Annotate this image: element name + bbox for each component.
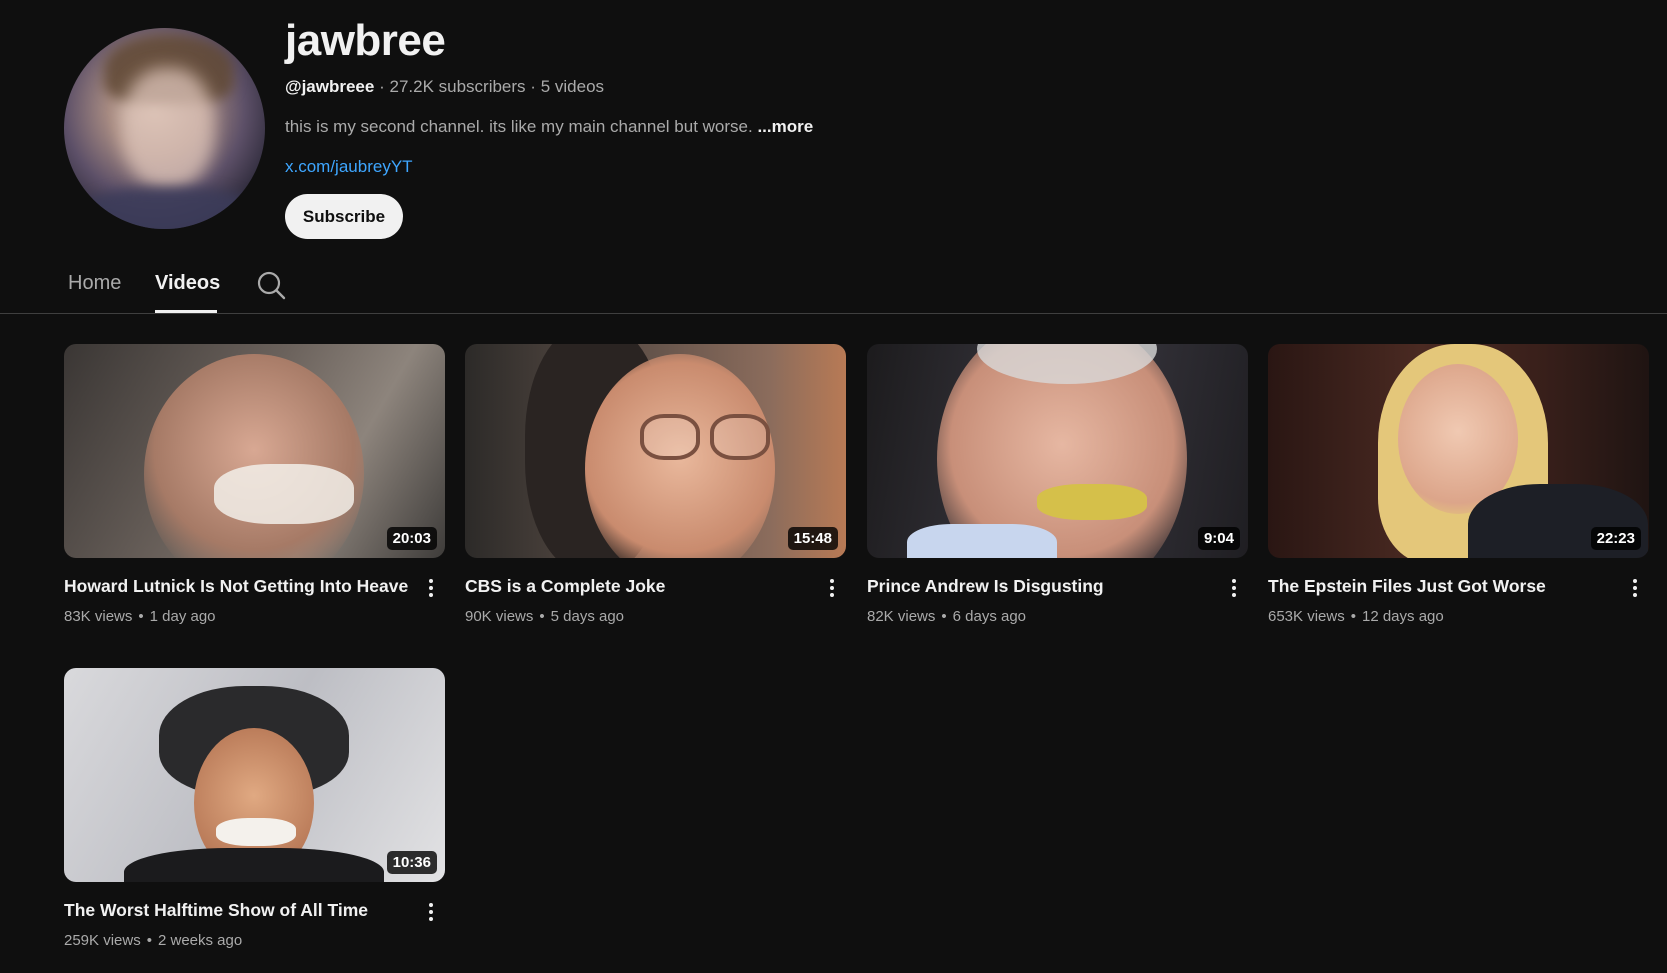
video-thumbnail[interactable]: 20:03: [64, 344, 445, 558]
stats-separator: •: [138, 608, 144, 625]
video-thumbnail[interactable]: 9:04: [867, 344, 1248, 558]
video-stats: 259K views • 2 weeks ago: [64, 932, 242, 949]
video-card[interactable]: 15:48 CBS is a Complete Joke 90K views • 5…: [465, 344, 846, 625]
upload-age: 5 days ago: [550, 608, 625, 625]
channel-header: jawbree @jawbreee · 27.2K subscribers · …: [0, 0, 1667, 250]
subscriber-count: 27.2K subscribers: [389, 77, 526, 96]
video-title[interactable]: Prince Andrew Is Disgusting: [867, 576, 1212, 597]
channel-name: jawbree: [285, 16, 446, 65]
view-count: 90K views: [465, 608, 534, 625]
stats-separator: •: [539, 608, 545, 625]
avatar-shirt: [74, 188, 264, 229]
channel-handle: @jawbreee: [285, 77, 375, 96]
video-thumbnail[interactable]: 15:48: [465, 344, 846, 558]
stats-separator: •: [941, 608, 947, 625]
meta-separator: ·: [379, 77, 385, 96]
description-more-button[interactable]: ...more: [757, 117, 813, 136]
thumbnail-jacket: [124, 848, 384, 882]
upload-age: 1 day ago: [149, 608, 216, 625]
video-title[interactable]: The Worst Halftime Show of All Time: [64, 900, 409, 921]
video-stats: 653K views • 12 days ago: [1268, 608, 1444, 625]
channel-tabs: Home Videos: [0, 258, 1667, 314]
video-stats: 90K views • 5 days ago: [465, 608, 624, 625]
video-duration: 15:48: [787, 527, 838, 550]
video-card[interactable]: 9:04 Prince Andrew Is Disgusting 82K vie…: [867, 344, 1248, 625]
video-title[interactable]: CBS is a Complete Joke: [465, 576, 810, 597]
more-vert-icon[interactable]: [419, 900, 443, 926]
view-count: 259K views: [64, 932, 141, 949]
thumbnail-smile: [1037, 484, 1147, 520]
channel-meta: @jawbreee · 27.2K subscribers · 5 videos: [285, 77, 604, 97]
video-card[interactable]: 10:36 The Worst Halftime Show of All Tim…: [64, 668, 445, 949]
view-count: 82K views: [867, 608, 936, 625]
view-count: 83K views: [64, 608, 133, 625]
thumbnail-smile: [214, 464, 354, 524]
upload-age: 12 days ago: [1361, 608, 1444, 625]
video-duration: 22:23: [1590, 527, 1641, 550]
more-vert-icon[interactable]: [419, 576, 443, 602]
channel-avatar[interactable]: [64, 28, 265, 229]
more-vert-icon[interactable]: [1623, 576, 1647, 602]
video-title[interactable]: Howard Lutnick Is Not Getting Into Heave…: [64, 576, 409, 597]
video-card[interactable]: 20:03 Howard Lutnick Is Not Getting Into…: [64, 344, 445, 625]
tab-home[interactable]: Home: [68, 272, 121, 295]
thumbnail-smile: [216, 818, 296, 846]
more-vert-icon[interactable]: [1222, 576, 1246, 602]
thumbnail-collar: [907, 524, 1057, 558]
view-count: 653K views: [1268, 608, 1345, 625]
video-duration: 9:04: [1197, 527, 1240, 550]
more-vert-icon[interactable]: [820, 576, 844, 602]
video-title[interactable]: The Epstein Files Just Got Worse: [1268, 576, 1613, 597]
upload-age: 6 days ago: [952, 608, 1027, 625]
video-duration: 10:36: [386, 851, 437, 874]
video-thumbnail[interactable]: 10:36: [64, 668, 445, 882]
tab-videos[interactable]: Videos: [155, 272, 220, 295]
channel-link[interactable]: x.com/jaubreyYT: [285, 157, 413, 177]
subscribe-button[interactable]: Subscribe: [285, 194, 403, 239]
avatar-face: [122, 68, 214, 188]
description-text: this is my second channel. its like my m…: [285, 117, 753, 136]
thumbnail-glasses-right: [710, 414, 770, 460]
stats-separator: •: [1350, 608, 1356, 625]
upload-age: 2 weeks ago: [157, 932, 243, 949]
video-stats: 83K views • 1 day ago: [64, 608, 216, 625]
video-stats: 82K views • 6 days ago: [867, 608, 1026, 625]
video-count: 5 videos: [540, 77, 605, 96]
tabs-divider: [0, 313, 1667, 314]
video-card[interactable]: 22:23 The Epstein Files Just Got Worse 6…: [1268, 344, 1649, 625]
video-thumbnail[interactable]: 22:23: [1268, 344, 1649, 558]
meta-separator: ·: [530, 77, 536, 96]
video-duration: 20:03: [386, 527, 437, 550]
channel-description[interactable]: this is my second channel. its like my m…: [285, 117, 813, 137]
search-icon[interactable]: [256, 270, 286, 300]
stats-separator: •: [146, 932, 152, 949]
thumbnail-glasses-left: [640, 414, 700, 460]
